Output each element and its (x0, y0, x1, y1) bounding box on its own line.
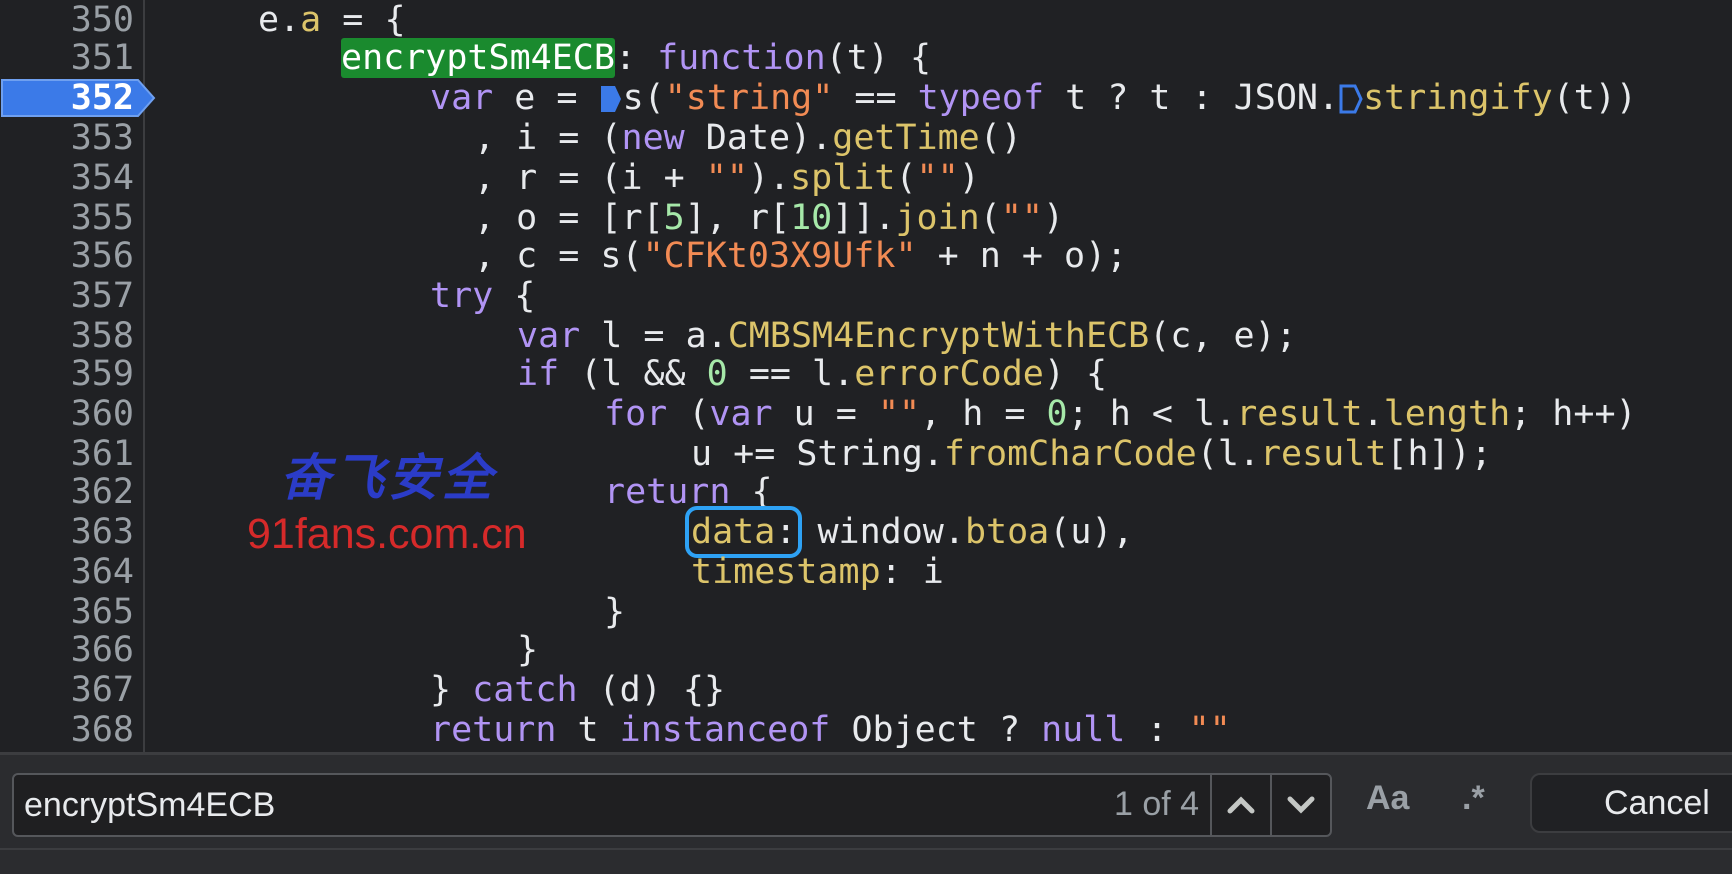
line-number[interactable]: 355 (0, 198, 134, 238)
code-line-363: data: window.btoa(u), (684, 506, 1134, 558)
search-match-highlight: encryptSm4ECB (341, 38, 615, 78)
code-line-359: if (l && 0 == l.errorCode) { (517, 354, 1108, 394)
line-number[interactable]: 364 (0, 552, 134, 592)
match-count: 1 of 4 (1114, 785, 1200, 823)
active-line-number[interactable]: 352 (0, 78, 134, 118)
code-line-350: e.a = { (258, 0, 406, 40)
line-number[interactable]: 361 (0, 434, 134, 474)
line-number[interactable]: 356 (0, 236, 134, 276)
code-line-358: var l = a.CMBSM4EncryptWithECB(c, e); (517, 316, 1297, 356)
code-line-351: encryptSm4ECB: function(t) { (341, 38, 932, 78)
chevron-up-icon (1227, 796, 1255, 814)
code-line-367: } catch (d) {} (430, 670, 726, 710)
code-line-361: u += String.fromCharCode(l.result[h]); (691, 434, 1492, 474)
code-line-366: } (517, 630, 539, 670)
line-number[interactable]: 357 (0, 276, 134, 316)
regex-toggle[interactable]: .* (1462, 779, 1485, 818)
watermark-url: 91fans.com.cn (247, 510, 527, 558)
line-number[interactable]: 362 (0, 472, 134, 512)
code-line-365: } (604, 592, 626, 632)
line-number[interactable]: 363 (0, 512, 134, 552)
inline-breakpoint-icon[interactable] (599, 84, 623, 114)
code-line-356: , c = s("CFKt03X9Ufk" + n + o); (474, 236, 1128, 276)
chevron-down-icon (1287, 796, 1315, 814)
line-number[interactable]: 360 (0, 394, 134, 434)
line-number[interactable]: 351 (0, 38, 134, 78)
code-line-353: , i = (new Date).getTime() (474, 118, 1022, 158)
line-number[interactable]: 354 (0, 158, 134, 198)
line-number[interactable]: 367 (0, 670, 134, 710)
code-line-368: return t instanceof Object ? null : "" (430, 710, 1231, 750)
code-line-352: var e = s("string" == typeof t ? t : JSO… (430, 78, 1638, 118)
watermark-chinese: 奋飞安全 (280, 448, 496, 507)
next-match-button[interactable] (1270, 773, 1330, 837)
search-box: 1 of 4 (12, 773, 1332, 837)
search-input[interactable] (22, 779, 1096, 831)
inline-breakpoint-outline-icon[interactable] (1339, 84, 1363, 114)
status-bar (0, 848, 1732, 874)
cancel-button[interactable]: Cancel (1530, 773, 1732, 833)
previous-match-button[interactable] (1210, 773, 1270, 837)
line-number[interactable]: 350 (0, 0, 134, 40)
match-case-toggle[interactable]: Aa (1366, 779, 1409, 818)
find-bar: 1 of 4 Aa .* Cancel (0, 752, 1732, 848)
code-line-354: , r = (i + "").split("") (474, 158, 980, 198)
code-line-360: for (var u = "", h = 0; h < l.result.len… (604, 394, 1637, 434)
line-number[interactable]: 365 (0, 592, 134, 632)
code-line-362: return { (604, 472, 773, 512)
line-number[interactable]: 358 (0, 316, 134, 356)
code-editor[interactable]: 350 351 353 354 355 356 357 358 359 360 361 362 363 3… (0, 0, 1732, 752)
highlighted-data-property: data: (684, 506, 803, 558)
code-line-364: timestamp: i (691, 552, 944, 592)
line-number[interactable]: 368 (0, 710, 134, 750)
line-number[interactable]: 366 (0, 630, 134, 670)
code-line-357: try { (430, 276, 536, 316)
line-number[interactable]: 353 (0, 118, 134, 158)
line-number[interactable]: 359 (0, 354, 134, 394)
code-line-355: , o = [r[5], r[10]].join("") (474, 198, 1065, 238)
